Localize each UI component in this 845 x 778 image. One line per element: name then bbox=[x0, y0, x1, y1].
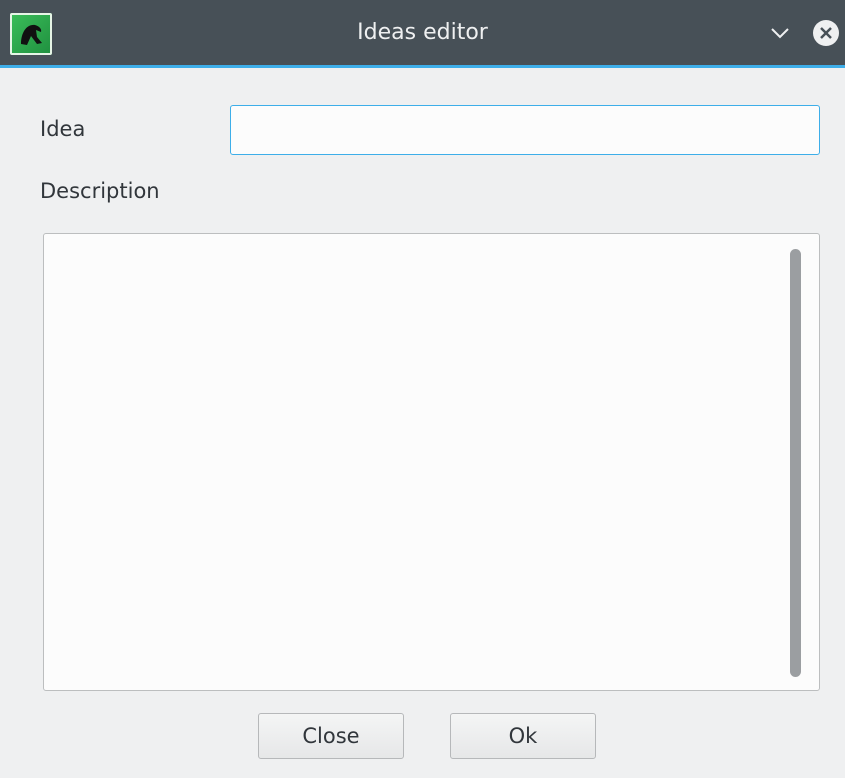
close-button[interactable]: Close bbox=[258, 713, 404, 759]
idea-label: Idea bbox=[40, 117, 86, 141]
title-bar: Ideas editor bbox=[0, 0, 845, 68]
description-label: Description bbox=[40, 179, 160, 203]
ok-button[interactable]: Ok bbox=[450, 713, 596, 759]
description-scrollbar[interactable] bbox=[790, 249, 801, 677]
idea-input[interactable] bbox=[230, 105, 820, 155]
close-circle-icon[interactable] bbox=[811, 18, 841, 48]
window-title: Ideas editor bbox=[357, 20, 488, 45]
description-textarea[interactable] bbox=[43, 233, 820, 691]
chevron-down-icon[interactable] bbox=[765, 18, 795, 48]
